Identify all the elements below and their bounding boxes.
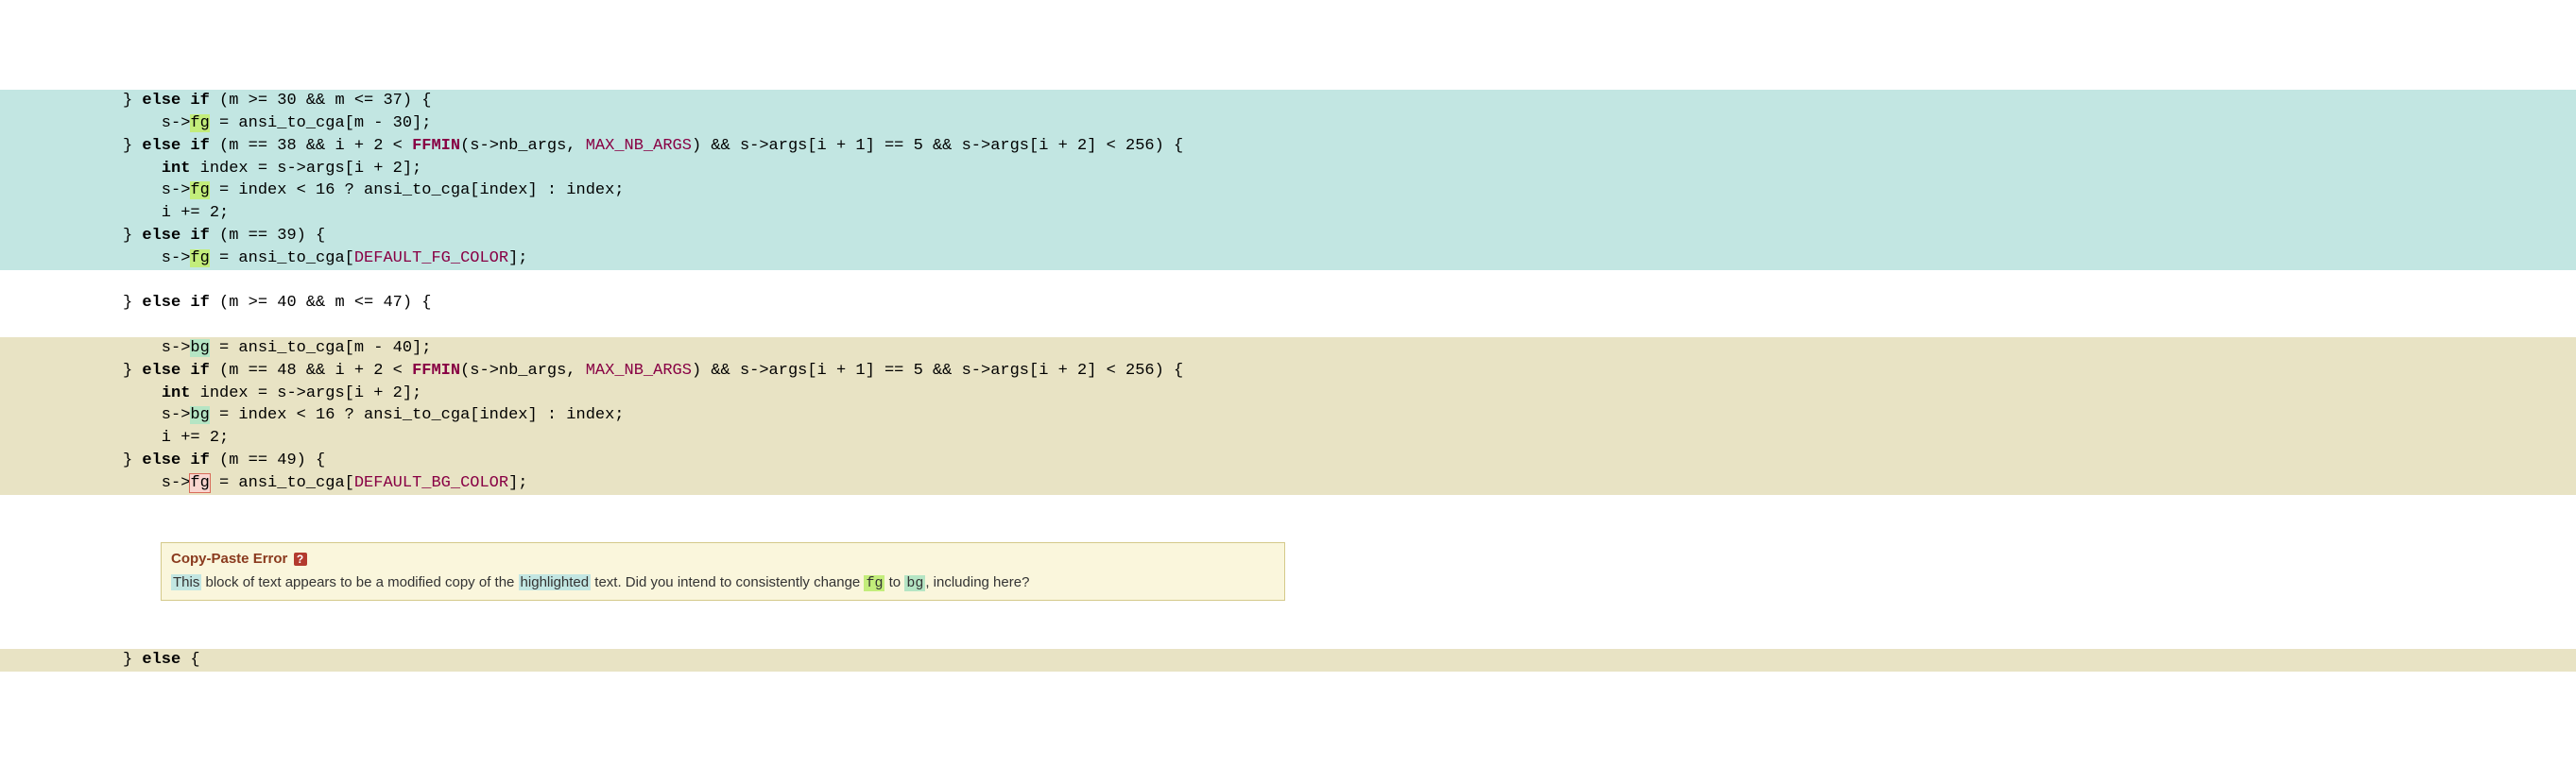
code-line: } else if (m >= 40 && m <= 47) { xyxy=(123,292,2576,315)
note-ref-highlighted: highlighted xyxy=(519,574,592,590)
code-line: } else if (m == 39) { xyxy=(123,225,2576,247)
token-highlight: fg xyxy=(190,249,209,267)
note-ref-this: This xyxy=(171,574,201,590)
note-token-fg: fg xyxy=(864,575,884,591)
code-line: int index = s->args[i + 2]; xyxy=(123,383,2576,405)
token-highlight: fg xyxy=(190,114,209,132)
code-line: s->fg = ansi_to_cga[m - 30]; xyxy=(123,112,2576,135)
code-line: s->fg = ansi_to_cga[DEFAULT_BG_COLOR]; xyxy=(123,472,2576,495)
code-line: } else if (m == 38 && i + 2 < FFMIN(s->n… xyxy=(123,135,2576,158)
token-highlight: bg xyxy=(190,406,209,424)
code-line: s->bg = ansi_to_cga[m - 40]; xyxy=(123,337,2576,360)
note-title: Copy-Paste Error xyxy=(171,549,287,571)
code-line: s->fg = index < 16 ? ansi_to_cga[index] … xyxy=(123,179,2576,202)
code-region-highlighted: } else if (m >= 30 && m <= 37) { s->fg =… xyxy=(0,90,2576,269)
code-line: } else if (m == 48 && i + 2 < FFMIN(s->n… xyxy=(123,360,2576,383)
code-line: s->bg = index < 16 ? ansi_to_cga[index] … xyxy=(123,404,2576,427)
code-region-gap: } else if (m >= 40 && m <= 47) { xyxy=(0,292,2576,315)
code-line: int index = s->args[i + 2]; xyxy=(123,158,2576,180)
code-line: i += 2; xyxy=(123,427,2576,450)
code-region-copy: s->bg = ansi_to_cga[m - 40];} else if (m… xyxy=(0,337,2576,495)
copy-paste-error-note: Copy-Paste Error ? This block of text ap… xyxy=(161,542,1285,601)
code-region-copy-after: } else { xyxy=(0,649,2576,672)
code-line: } else if (m == 49) { xyxy=(123,450,2576,472)
token-highlight: bg xyxy=(190,339,209,357)
token-highlight: fg xyxy=(190,181,209,199)
note-token-bg: bg xyxy=(904,575,925,591)
code-line: } else if (m >= 30 && m <= 37) { xyxy=(123,90,2576,112)
code-line: s->fg = ansi_to_cga[DEFAULT_FG_COLOR]; xyxy=(123,247,2576,270)
code-line: i += 2; xyxy=(123,202,2576,225)
note-body: This block of text appears to be a modif… xyxy=(171,572,1275,595)
code-line: } else { xyxy=(123,649,2576,672)
help-icon[interactable]: ? xyxy=(294,553,307,566)
token-highlight: fg xyxy=(190,474,209,492)
